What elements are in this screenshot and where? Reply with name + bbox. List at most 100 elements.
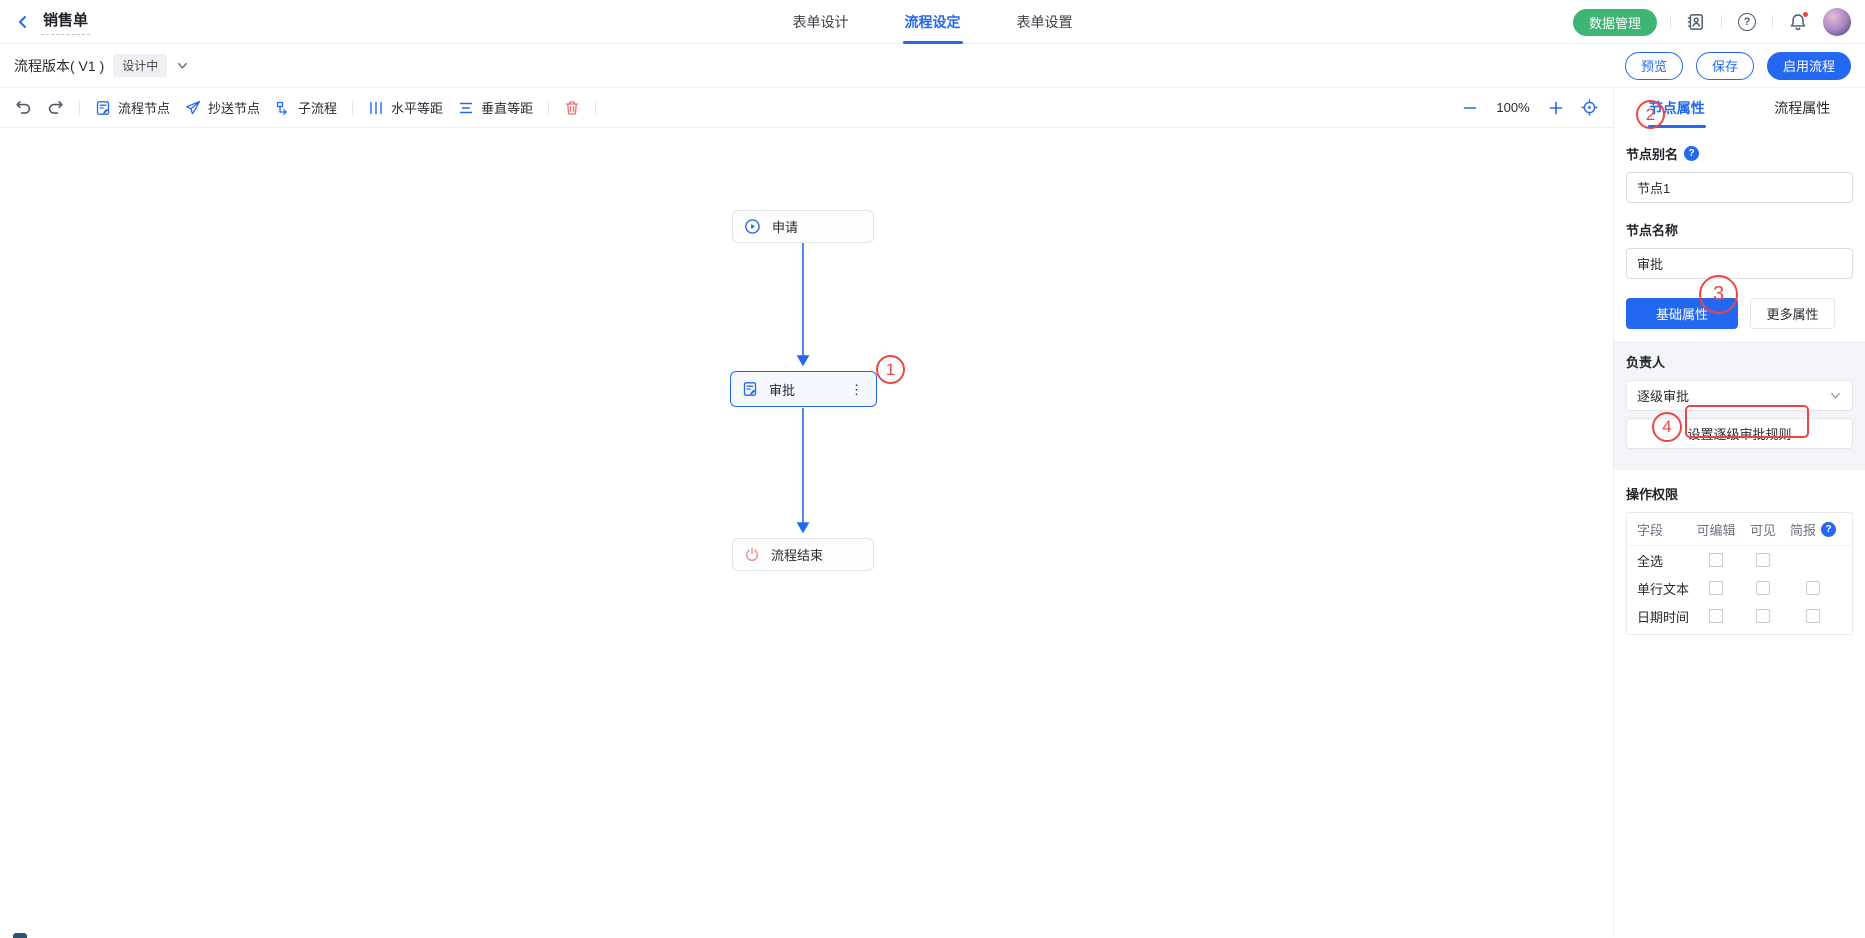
back-icon[interactable] bbox=[16, 15, 30, 29]
tab-form-config[interactable]: 表单设置 bbox=[1017, 0, 1073, 44]
annotation-circle-3: 3 bbox=[1699, 275, 1738, 314]
tab-form-design[interactable]: 表单设计 bbox=[793, 0, 849, 44]
tab-flow-settings[interactable]: 流程设定 bbox=[905, 0, 961, 44]
power-end-icon bbox=[744, 547, 760, 563]
tab-flow-properties[interactable]: 流程属性 bbox=[1740, 88, 1865, 128]
status-badge: 设计中 bbox=[113, 54, 167, 77]
checkbox-select-all-editable[interactable] bbox=[1709, 553, 1723, 567]
node-menu-icon[interactable]: ⋮ bbox=[848, 381, 865, 398]
delete-node-icon[interactable] bbox=[564, 100, 580, 116]
subflow-label: 子流程 bbox=[298, 98, 337, 117]
canvas-toolbar: 流程节点 抄送节点 子流程 水平等距 垂直等距 bbox=[0, 88, 1613, 128]
owner-select-value: 逐级审批 bbox=[1637, 386, 1689, 405]
vertical-distribute-icon bbox=[458, 100, 474, 116]
cc-node-label: 抄送节点 bbox=[208, 98, 260, 117]
table-row: 全选 bbox=[1627, 546, 1852, 574]
help-icon[interactable]: ? bbox=[1735, 10, 1759, 34]
node-label: 流程结束 bbox=[771, 545, 823, 564]
divider bbox=[1670, 15, 1671, 29]
zoom-in-icon[interactable] bbox=[1548, 100, 1564, 116]
checkbox-datetime-editable[interactable] bbox=[1709, 609, 1723, 623]
annotation-circle-4: 4 bbox=[1652, 412, 1682, 442]
permissions-table: 字段 可编辑 可见 简报 ? 全选 单行文本 日期时 bbox=[1626, 512, 1853, 635]
subflow-icon bbox=[275, 100, 291, 116]
divider bbox=[1721, 15, 1722, 29]
brief-help-icon[interactable]: ? bbox=[1821, 522, 1836, 537]
checkbox-text-editable[interactable] bbox=[1709, 581, 1723, 595]
bottom-corner-widget[interactable] bbox=[13, 933, 27, 938]
locate-center-icon[interactable] bbox=[1581, 99, 1598, 116]
checkbox-text-visible[interactable] bbox=[1756, 581, 1770, 595]
page-title[interactable]: 销售单 bbox=[41, 8, 90, 35]
flow-node-approve[interactable]: 审批 ⋮ bbox=[730, 371, 877, 407]
checkbox-select-all-visible[interactable] bbox=[1756, 553, 1770, 567]
node-alias-input[interactable] bbox=[1626, 172, 1853, 203]
node-label: 申请 bbox=[772, 217, 798, 236]
checkbox-text-brief[interactable] bbox=[1806, 581, 1820, 595]
tab-node-properties[interactable]: 节点属性 bbox=[1614, 88, 1740, 128]
notification-dot bbox=[1802, 11, 1809, 18]
enable-flow-button[interactable]: 启用流程 bbox=[1767, 52, 1851, 80]
zoom-out-icon[interactable] bbox=[1462, 100, 1478, 116]
divider bbox=[1772, 15, 1773, 29]
play-circle-icon bbox=[744, 218, 761, 235]
checkbox-datetime-brief[interactable] bbox=[1806, 609, 1820, 623]
row-label: 单行文本 bbox=[1637, 579, 1690, 598]
add-subflow-button[interactable]: 子流程 bbox=[275, 98, 337, 117]
add-flow-node-button[interactable]: 流程节点 bbox=[95, 98, 170, 117]
flow-canvas[interactable]: 申请 审批 ⋮ 流程结束 bbox=[0, 128, 1613, 937]
node-alias-label: 节点别名 bbox=[1626, 144, 1678, 163]
flow-node-icon bbox=[95, 100, 111, 116]
flow-connectors bbox=[0, 128, 1613, 937]
col-visible-header: 可见 bbox=[1742, 520, 1784, 539]
permissions-header-row: 字段 可编辑 可见 简报 ? bbox=[1627, 513, 1852, 546]
row-label: 日期时间 bbox=[1637, 607, 1690, 626]
owner-label: 负责人 bbox=[1626, 352, 1665, 371]
annotation-circle-1: 1 bbox=[876, 355, 905, 384]
divider bbox=[548, 101, 549, 115]
node-name-input[interactable] bbox=[1626, 248, 1853, 279]
table-row: 单行文本 bbox=[1627, 574, 1852, 602]
properties-panel: 节点属性 流程属性 节点别名 ? 节点名称 基础属性 更多属性 负责人 逐级审批 bbox=[1613, 88, 1865, 937]
cc-node-icon bbox=[185, 100, 201, 116]
redo-icon[interactable] bbox=[47, 99, 64, 116]
horizontal-distribute-label: 水平等距 bbox=[391, 98, 443, 117]
notification-bell-icon[interactable] bbox=[1786, 10, 1810, 34]
add-cc-node-button[interactable]: 抄送节点 bbox=[185, 98, 260, 117]
zoom-level: 100% bbox=[1495, 100, 1531, 115]
col-editable-header: 可编辑 bbox=[1690, 520, 1742, 539]
vertical-distribute-button[interactable]: 垂直等距 bbox=[458, 98, 533, 117]
annotation-circle-2: 2 bbox=[1636, 100, 1665, 129]
flow-node-start[interactable]: 申请 bbox=[732, 210, 874, 243]
checkbox-datetime-visible[interactable] bbox=[1756, 609, 1770, 623]
version-bar: 流程版本( V1 ) 设计中 预览 保存 启用流程 bbox=[0, 44, 1865, 88]
permissions-title: 操作权限 bbox=[1626, 484, 1853, 503]
flow-node-label: 流程节点 bbox=[118, 98, 170, 117]
flow-node-end[interactable]: 流程结束 bbox=[732, 538, 874, 571]
chevron-down-icon bbox=[1829, 389, 1842, 402]
node-name-label: 节点名称 bbox=[1626, 220, 1678, 239]
row-label: 全选 bbox=[1637, 551, 1690, 570]
avatar[interactable] bbox=[1823, 8, 1851, 36]
col-brief-header: 简报 bbox=[1790, 520, 1816, 539]
vertical-distribute-label: 垂直等距 bbox=[481, 98, 533, 117]
node-label: 审批 bbox=[769, 380, 795, 399]
chevron-down-icon bbox=[176, 59, 189, 72]
annotation-highlight-box bbox=[1685, 405, 1809, 438]
alias-help-icon[interactable]: ? bbox=[1684, 146, 1699, 161]
main-tabs: 表单设计 流程设定 表单设置 bbox=[793, 0, 1073, 44]
col-field-header: 字段 bbox=[1637, 520, 1690, 539]
divider bbox=[595, 101, 596, 115]
more-properties-button[interactable]: 更多属性 bbox=[1750, 298, 1835, 329]
data-manage-button[interactable]: 数据管理 bbox=[1573, 9, 1657, 36]
contacts-icon[interactable] bbox=[1684, 10, 1708, 34]
top-bar: 销售单 表单设计 流程设定 表单设置 数据管理 ? bbox=[0, 0, 1865, 44]
preview-button[interactable]: 预览 bbox=[1625, 52, 1683, 80]
divider bbox=[352, 101, 353, 115]
approve-doc-icon bbox=[742, 381, 758, 397]
divider bbox=[79, 101, 80, 115]
version-selector[interactable]: 流程版本( V1 ) 设计中 bbox=[14, 54, 189, 77]
horizontal-distribute-button[interactable]: 水平等距 bbox=[368, 98, 443, 117]
undo-icon[interactable] bbox=[15, 99, 32, 116]
save-button[interactable]: 保存 bbox=[1696, 52, 1754, 80]
